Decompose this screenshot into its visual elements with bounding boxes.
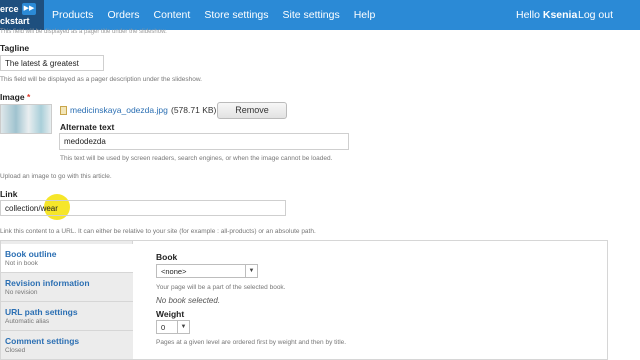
book-label: Book bbox=[156, 252, 178, 262]
title-field-help: This field will be displayed as a pager … bbox=[0, 29, 167, 35]
image-file-icon bbox=[60, 106, 67, 115]
image-label-text: Image bbox=[0, 92, 25, 102]
tagline-help: This field will be displayed as a pager … bbox=[0, 76, 202, 83]
nav-help[interactable]: Help bbox=[354, 9, 376, 21]
tab-summary: Automatic alias bbox=[5, 318, 50, 325]
logout-link[interactable]: Log out bbox=[578, 9, 613, 21]
tab-book-outline[interactable]: Book outline Not in book bbox=[1, 244, 133, 273]
nav-orders[interactable]: Orders bbox=[107, 9, 139, 21]
no-book-message: No book selected. bbox=[156, 296, 221, 305]
chevron-down-icon: ▼ bbox=[245, 265, 257, 277]
nav-site-settings[interactable]: Site settings bbox=[283, 9, 340, 21]
required-marker: * bbox=[26, 92, 31, 102]
weight-help: Pages at a given level are ordered first… bbox=[156, 339, 347, 346]
weight-label: Weight bbox=[156, 309, 185, 319]
site-logo[interactable]: erce ckstart ▶▶ bbox=[0, 0, 44, 30]
image-thumbnail bbox=[0, 104, 52, 134]
weight-select[interactable]: 0 ▼ bbox=[156, 320, 190, 334]
tab-title: Book outline bbox=[5, 249, 57, 259]
tab-summary: No revision bbox=[5, 289, 38, 296]
image-upload-help: Upload an image to go with this article. bbox=[0, 173, 112, 180]
link-input[interactable] bbox=[0, 200, 286, 216]
logo-text-line2: ckstart bbox=[0, 16, 30, 26]
fast-forward-icon: ▶▶ bbox=[22, 3, 36, 15]
nav-store-settings[interactable]: Store settings bbox=[204, 9, 268, 21]
tab-revision-information[interactable]: Revision information No revision bbox=[1, 273, 133, 302]
tab-title: URL path settings bbox=[5, 307, 78, 317]
tab-title: Comment settings bbox=[5, 336, 80, 346]
alternate-text-input[interactable] bbox=[59, 133, 349, 150]
image-label: Image * bbox=[0, 92, 30, 102]
link-label: Link bbox=[0, 189, 18, 199]
alternate-text-label: Alternate text bbox=[60, 122, 115, 132]
weight-select-value: 0 bbox=[161, 323, 166, 332]
image-file-size: (578.71 KB) bbox=[171, 105, 217, 115]
tab-summary: Closed bbox=[5, 347, 26, 354]
image-file-link[interactable]: medicinskaya_odezda.jpg bbox=[70, 105, 168, 115]
vertical-tabs-list: Book outline Not in book Revision inform… bbox=[1, 241, 133, 360]
tab-title: Revision information bbox=[5, 278, 90, 288]
alternate-text-help: This text will be used by screen readers… bbox=[60, 155, 333, 162]
greeting-prefix: Hello bbox=[516, 9, 543, 21]
tagline-input[interactable] bbox=[0, 55, 104, 71]
user-greeting: Hello Ksenia bbox=[516, 9, 577, 21]
link-help: Link this content to a URL. It can eithe… bbox=[0, 228, 316, 235]
chevron-down-icon: ▼ bbox=[177, 321, 189, 333]
remove-image-button[interactable]: Remove bbox=[217, 102, 287, 119]
tab-url-path-settings[interactable]: URL path settings Automatic alias bbox=[1, 302, 133, 331]
username-link[interactable]: Ksenia bbox=[543, 9, 577, 21]
main-menu: Products Orders Content Store settings S… bbox=[52, 0, 389, 30]
logo-text-line1: erce bbox=[0, 4, 19, 14]
nav-content[interactable]: Content bbox=[154, 9, 191, 21]
nav-products[interactable]: Products bbox=[52, 9, 93, 21]
top-navigation-bar: erce ckstart ▶▶ Products Orders Content … bbox=[0, 0, 640, 30]
book-select-value: <none> bbox=[161, 267, 187, 276]
vertical-tabs: Book outline Not in book Revision inform… bbox=[0, 240, 608, 360]
book-select[interactable]: <none> ▼ bbox=[156, 264, 258, 278]
tab-summary: Not in book bbox=[5, 260, 38, 267]
tagline-label: Tagline bbox=[0, 43, 30, 53]
tab-comment-settings[interactable]: Comment settings Closed bbox=[1, 331, 133, 360]
book-help: Your page will be a part of the selected… bbox=[156, 284, 286, 291]
